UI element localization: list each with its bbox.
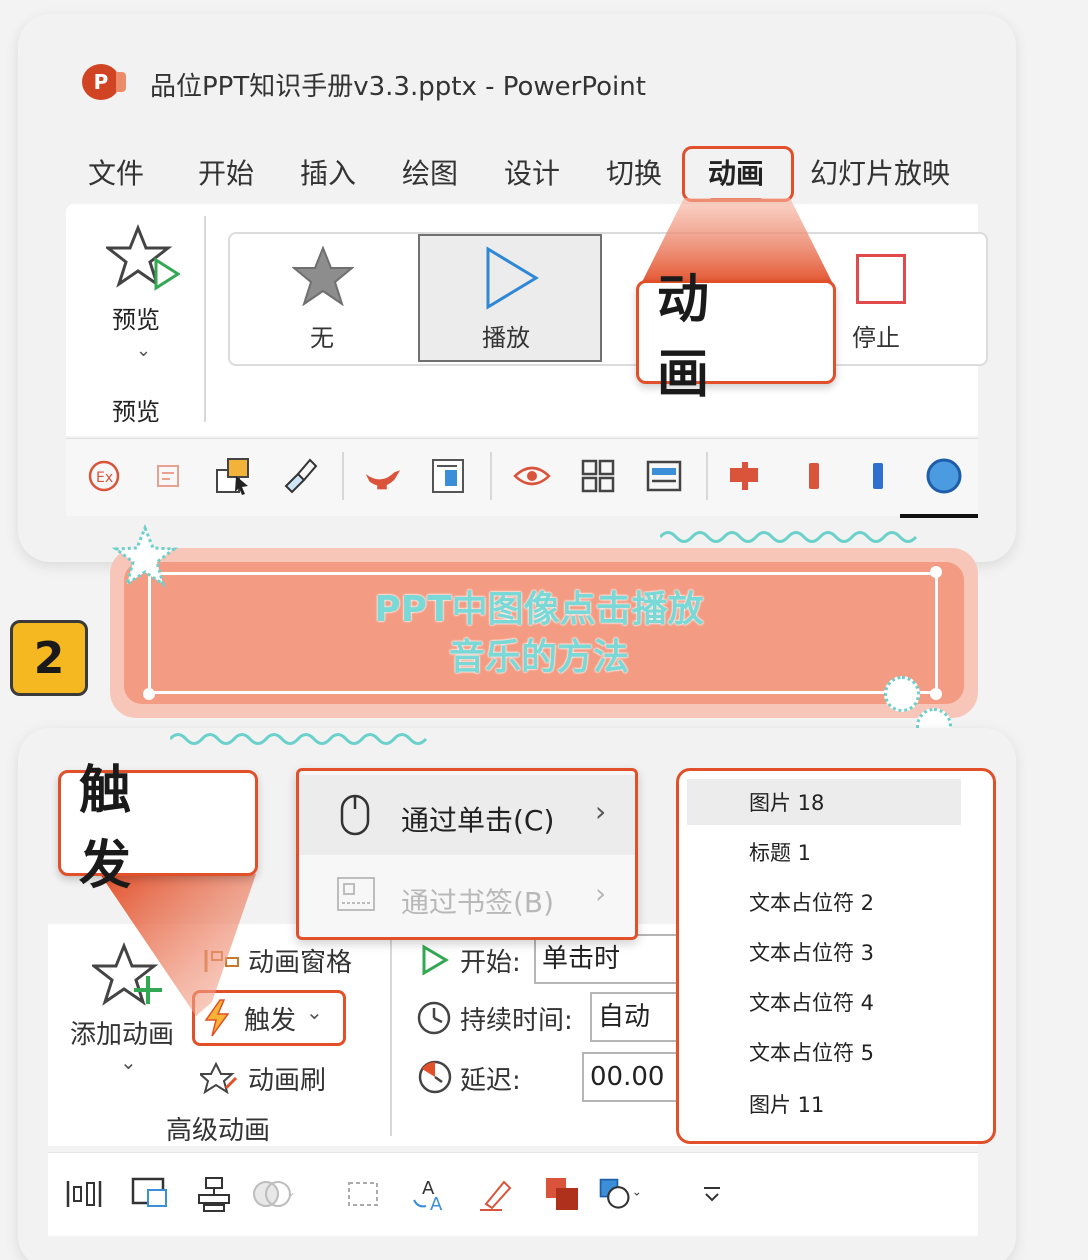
shape-item[interactable]: 图片 18: [749, 787, 824, 817]
shape-item[interactable]: 文本占位符 4: [749, 987, 874, 1017]
powerpoint-logo-icon: P: [82, 64, 126, 100]
gallery-stop-label: 停止: [852, 324, 900, 352]
eye-icon[interactable]: [512, 456, 552, 496]
step-number-badge: 2: [10, 620, 88, 696]
gallery-play-label: 播放: [482, 324, 530, 352]
menu-item-on-bookmark-label: 通过书签(B): [401, 886, 555, 919]
delay-clock-icon: [418, 1060, 452, 1094]
merge-shapes-icon[interactable]: ⌄: [252, 1172, 296, 1216]
grid-icon[interactable]: [578, 456, 618, 496]
toolbar-divider: [490, 452, 492, 500]
pin-icon[interactable]: [726, 456, 766, 496]
picture-screen-icon[interactable]: [128, 1172, 172, 1216]
tab-home[interactable]: 开始: [198, 152, 254, 192]
animation-painter-icon: [200, 1061, 238, 1095]
toolbar-divider: [342, 452, 344, 500]
banner-title-line-1: PPT中图像点击播放: [374, 589, 704, 630]
chevron-down-icon: ⌄: [120, 1050, 137, 1074]
play-icon: [486, 246, 539, 310]
paint-brush-icon[interactable]: [280, 456, 320, 496]
advanced-animation-group-label: 高级动画: [166, 1116, 271, 1146]
select-object-icon[interactable]: [214, 456, 254, 496]
tab-insert[interactable]: 插入: [300, 152, 356, 192]
chevron-right-icon: ›: [595, 877, 607, 910]
pen-sign-icon[interactable]: [474, 1172, 518, 1216]
banner-dot: [930, 566, 942, 578]
star-none-icon: [292, 246, 354, 306]
svg-text:A: A: [430, 1194, 443, 1214]
banner-dot: [143, 688, 155, 700]
red-bar-icon[interactable]: [794, 456, 834, 496]
start-select[interactable]: 单击时: [534, 934, 680, 984]
more-options-icon[interactable]: [690, 1172, 734, 1216]
tab-transitions[interactable]: 切换: [606, 152, 662, 192]
menu-item-on-click-label: 通过单击(C): [401, 804, 555, 837]
animation-painter-label: 动画刷: [248, 1066, 327, 1096]
text-style-icon[interactable]: AA: [408, 1172, 452, 1216]
chevron-down-icon: ⌄: [136, 340, 152, 361]
tab-file[interactable]: 文件: [88, 152, 144, 192]
window-title: 品位PPT知识手册v3.3.pptx - PowerPoint: [150, 72, 646, 102]
gallery-none-label: 无: [310, 324, 334, 352]
tab-slideshow[interactable]: 幻灯片放映: [810, 152, 950, 192]
stop-square-icon: [856, 254, 906, 304]
preview-button-label: 预览: [112, 306, 160, 334]
exit-effect-icon[interactable]: Ex: [84, 456, 124, 496]
bookmark-media-icon: [337, 877, 375, 911]
preview-star-icon: [106, 224, 180, 291]
duration-input[interactable]: 自动: [590, 992, 680, 1042]
circle-shape-icon[interactable]: [924, 456, 964, 496]
shape-item[interactable]: 文本占位符 5: [749, 1037, 874, 1067]
duration-label: 持续时间:: [460, 1006, 573, 1036]
mouse-icon: [340, 794, 370, 836]
tab-design[interactable]: 设计: [504, 152, 560, 192]
tab-draw[interactable]: 绘图: [402, 152, 458, 192]
blue-bar-icon[interactable]: [858, 456, 898, 496]
bring-forward-icon[interactable]: [540, 1172, 584, 1216]
magic-lamp-icon[interactable]: [362, 456, 402, 496]
start-label: 开始:: [460, 948, 521, 978]
chevron-right-icon: ›: [595, 795, 607, 828]
start-play-icon: [422, 944, 449, 976]
ribbon-tab-bar: 文件 开始 插入 绘图 设计 切换 动画 幻灯片放映: [88, 152, 988, 202]
decorative-wave: [660, 531, 918, 543]
banner-title: PPT中图像点击播放 音乐的方法: [124, 586, 954, 682]
svg-text:Ex: Ex: [96, 470, 113, 486]
shape-item[interactable]: 标题 1: [749, 837, 811, 867]
group-divider: [390, 930, 392, 1136]
menu-item-on-bookmark[interactable]: 通过书签(B) ›: [299, 855, 635, 935]
toolbar-divider: [706, 452, 708, 500]
shape-item[interactable]: 文本占位符 2: [749, 887, 874, 917]
group-divider: [204, 216, 206, 422]
callout-animation: 动 画: [636, 270, 836, 405]
delay-label: 延迟:: [460, 1066, 521, 1096]
shape-item[interactable]: 文本占位符 3: [749, 937, 874, 967]
svg-text:⌄: ⌄: [632, 1185, 642, 1199]
decorative-star-icon: [112, 524, 178, 588]
dashed-selection-icon[interactable]: [342, 1172, 386, 1216]
banner-title-line-2: 音乐的方法: [448, 637, 629, 678]
shape-item[interactable]: 图片 11: [749, 1089, 824, 1119]
text-effect-icon[interactable]: [148, 456, 188, 496]
preview-group-label: 预览: [112, 398, 160, 426]
clock-icon: [417, 1001, 451, 1035]
layout-icon[interactable]: [644, 456, 684, 496]
trigger-shape-list: 图片 18 标题 1 文本占位符 2 文本占位符 3 文本占位符 4 文本占位符…: [676, 768, 996, 1144]
banner-dot: [930, 688, 942, 700]
shape-fill-icon[interactable]: ⌄: [598, 1172, 642, 1216]
menu-item-on-click[interactable]: 通过单击(C) ›: [299, 775, 635, 855]
toolbar-scroll-indicator: [900, 514, 978, 518]
delay-input[interactable]: 00.00: [582, 1052, 680, 1102]
slide-panel-icon[interactable]: [428, 456, 468, 496]
hierarchy-icon[interactable]: [192, 1172, 236, 1216]
decorative-wave: [170, 733, 428, 745]
decorative-circle: [884, 676, 920, 712]
svg-text:⌄: ⌄: [286, 1185, 296, 1199]
callout-trigger: 触 发: [58, 761, 258, 896]
trigger-submenu: 通过单击(C) › 通过书签(B) ›: [296, 768, 638, 940]
tab-highlight-frame: [682, 146, 794, 202]
align-distribute-icon[interactable]: [62, 1172, 106, 1216]
